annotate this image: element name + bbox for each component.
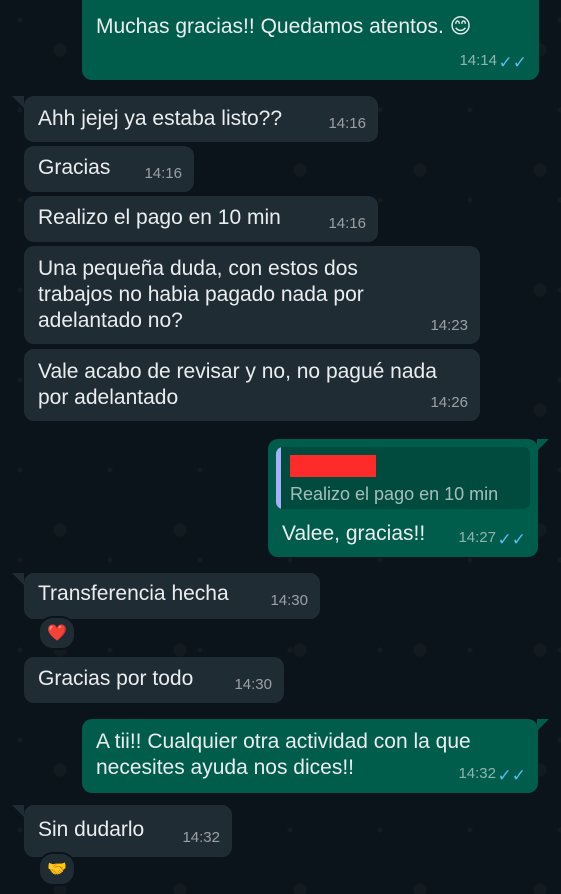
message-text: Realizo el pago en 10 min [38, 206, 281, 229]
chat-container: Muchas gracias!! Quedamos atentos. 😊 14:… [0, 0, 561, 894]
message-text: Muchas gracias!! Quedamos atentos. 😊 [96, 15, 472, 38]
message-bubble-incoming[interactable]: Gracias 14:16 [24, 146, 194, 192]
message-bubble-incoming[interactable]: Ahh jejej ya estaba listo?? 14:16 [24, 96, 378, 142]
message-text: Ahh jejej ya estaba listo?? [38, 107, 282, 130]
message-bubble-incoming[interactable]: Sin dudarlo 14:32 [24, 805, 232, 857]
bubble-tail [12, 96, 24, 108]
message-bubble-incoming[interactable]: Gracias por todo 14:30 [24, 657, 284, 703]
redacted-sender-name [290, 455, 376, 477]
message-time: 14:32 [182, 829, 220, 846]
message-time: 14:32 [458, 765, 496, 782]
quoted-text: Realizo el pago en 10 min [290, 484, 499, 504]
message-time: 14:27 [458, 529, 496, 546]
message-bubble-outgoing[interactable]: Realizo el pago en 10 min Valee, gracias… [268, 439, 538, 557]
message-text: Vale acabo de revisar y no, no pagué nad… [38, 360, 437, 409]
handshake-reaction-icon[interactable]: 🤝 [38, 852, 76, 886]
message-bubble-incoming[interactable]: Realizo el pago en 10 min 14:16 [24, 196, 378, 242]
message-bubble-incoming[interactable]: Transferencia hecha 14:30 [24, 573, 320, 619]
message-time: 14:16 [328, 115, 366, 132]
quote-bar [276, 447, 281, 509]
message-text: Valee, gracias!! [282, 522, 426, 545]
message-bubble-outgoing[interactable]: A tii!! Cualquier otra actividad con la … [82, 719, 538, 793]
message-bubble-incoming[interactable]: Una pequeña duda, con estos dos trabajos… [24, 246, 480, 344]
message-text: Gracias por todo [38, 667, 194, 690]
message-time: 14:16 [328, 215, 366, 232]
bubble-tail [12, 573, 24, 585]
read-receipt-icon: ✓✓ [498, 53, 528, 72]
bubble-tail [12, 805, 24, 817]
read-receipt-icon: ✓✓ [497, 530, 527, 549]
message-text: Gracias [38, 156, 111, 179]
message-time: 14:23 [430, 317, 468, 334]
message-text: A tii!! Cualquier otra actividad con la … [96, 730, 471, 779]
bubble-tail [537, 719, 549, 731]
message-time: 14:26 [430, 394, 468, 411]
bubble-tail [537, 439, 549, 451]
read-receipt-icon: ✓✓ [497, 766, 527, 785]
message-time: 14:16 [144, 165, 182, 182]
message-text: Transferencia hecha [38, 582, 229, 605]
message-text: Una pequeña duda, con estos dos trabajos… [38, 257, 364, 332]
message-bubble-outgoing[interactable]: Muchas gracias!! Quedamos atentos. 😊 14:… [82, 0, 539, 80]
message-bubble-incoming[interactable]: Vale acabo de revisar y no, no pagué nad… [24, 349, 480, 421]
message-time: 14:14 [459, 52, 497, 69]
quoted-message[interactable]: Realizo el pago en 10 min [276, 447, 530, 509]
message-text: Sin dudarlo [38, 818, 145, 841]
message-time: 14:30 [270, 592, 308, 609]
heart-reaction-icon[interactable]: ❤️ [38, 616, 76, 650]
message-time: 14:30 [234, 676, 272, 693]
